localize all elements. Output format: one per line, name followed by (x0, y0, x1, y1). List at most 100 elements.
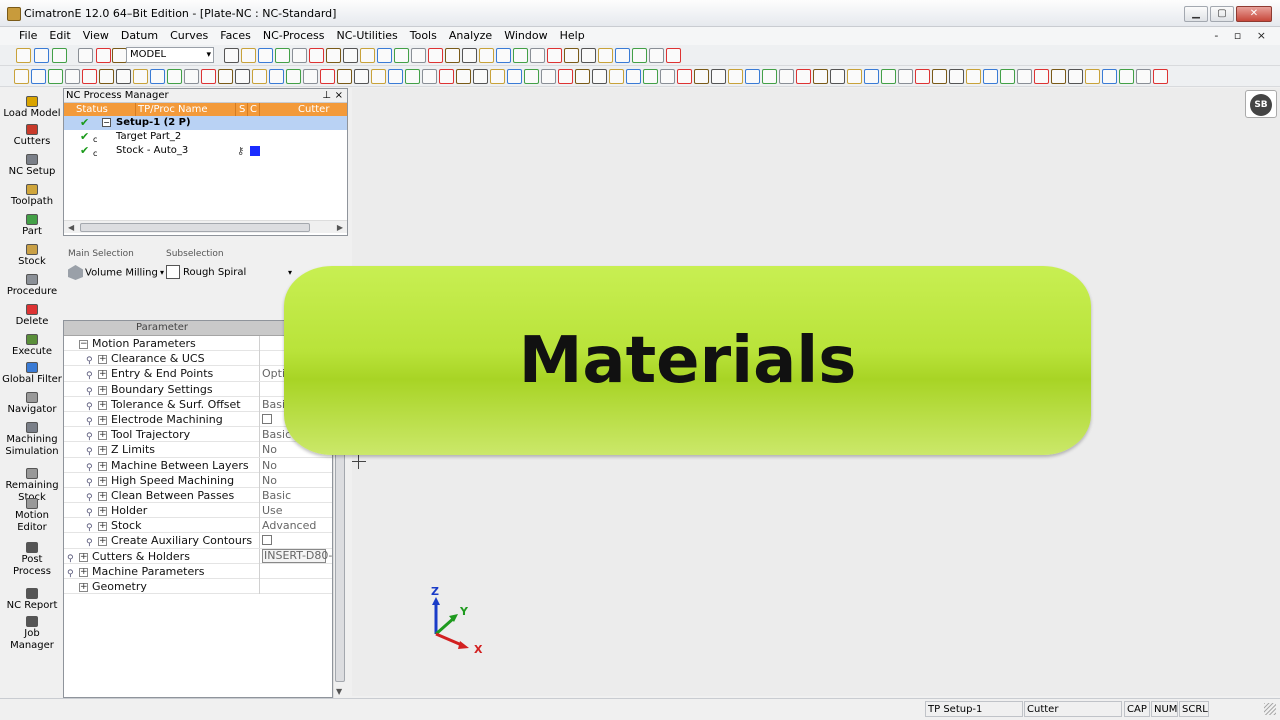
toolbar-tool-icon[interactable] (292, 48, 307, 63)
toolbar-tool-icon[interactable] (1051, 69, 1066, 84)
parameter-row[interactable]: ⚲ + Holder Use (64, 503, 332, 519)
toolbar-tool-icon[interactable] (116, 69, 131, 84)
toolbar-tool-icon[interactable] (377, 48, 392, 63)
toolbar-tool-icon[interactable] (745, 69, 760, 84)
toolbar-tool-icon[interactable] (547, 48, 562, 63)
toolbar-tool-icon[interactable] (99, 69, 114, 84)
toolbar-tool-icon[interactable] (422, 69, 437, 84)
sidebar-item-nc-report[interactable]: NC Report (2, 588, 62, 612)
parameter-row[interactable]: ⚲ + Create Auxiliary Contours (64, 533, 332, 549)
toolbar-tool-icon[interactable] (258, 48, 273, 63)
toolbar-tool-icon[interactable] (371, 69, 386, 84)
sidebar-item-cutters[interactable]: Cutters (2, 124, 62, 148)
toolbar-tool-icon[interactable] (830, 69, 845, 84)
toolbar-tool-icon[interactable] (762, 69, 777, 84)
sidebar-item-procedure[interactable]: Procedure (2, 274, 62, 298)
toolbar-tool-icon[interactable] (660, 69, 675, 84)
toolbar-tool-icon[interactable] (677, 69, 692, 84)
menu-nc-utilities[interactable]: NC-Utilities (330, 27, 403, 45)
parameter-value[interactable]: Use (259, 503, 332, 519)
toolbar-tool-icon[interactable] (507, 69, 522, 84)
toolbar-tool-icon[interactable] (201, 69, 216, 84)
maximize-button[interactable]: ▢ (1210, 6, 1234, 22)
toolbar-tool-icon[interactable] (847, 69, 862, 84)
subselection-dropdown[interactable]: Rough Spiral ▾ (166, 265, 292, 281)
parameter-row[interactable]: ⚲ + Stock Advanced (64, 518, 332, 534)
scroll-thumb[interactable] (80, 223, 310, 232)
toolbar-tool-icon[interactable] (779, 69, 794, 84)
parameter-row[interactable]: ⚲+Geometry (64, 579, 332, 595)
toolbar-tool-icon[interactable] (1119, 69, 1134, 84)
toolbar-tool-icon[interactable] (728, 69, 743, 84)
expand-icon[interactable]: + (98, 385, 107, 395)
toolbar-tool-icon[interactable] (479, 48, 494, 63)
expand-icon[interactable]: + (98, 461, 107, 471)
sidebar-item-load-model[interactable]: Load Model (2, 96, 62, 120)
toolbar-tool-icon[interactable] (915, 69, 930, 84)
toolbar-tool-icon[interactable] (320, 69, 335, 84)
toolbar-tool-icon[interactable] (626, 69, 641, 84)
toolbar-tool-icon[interactable] (615, 48, 630, 63)
parameter-value[interactable]: No (259, 472, 332, 488)
toolbar-tool-icon[interactable] (31, 69, 46, 84)
toolbar-tool-icon[interactable] (541, 69, 556, 84)
toolbar-tool-icon[interactable] (581, 48, 596, 63)
col-c[interactable]: C (248, 103, 260, 116)
expand-icon[interactable]: + (98, 355, 107, 365)
toolbar-tool-icon[interactable] (82, 69, 97, 84)
minimize-button[interactable]: ▁ (1184, 6, 1208, 22)
toolbar-tool-icon[interactable] (78, 48, 93, 63)
menu-faces[interactable]: Faces (214, 27, 257, 45)
sidebar-item-toolpath[interactable]: Toolpath (2, 184, 62, 208)
expand-icon[interactable]: + (98, 415, 107, 425)
toolbar-tool-icon[interactable] (524, 69, 539, 84)
expand-icon[interactable]: + (98, 370, 107, 380)
toolbar-tool-icon[interactable] (898, 69, 913, 84)
resize-grip-icon[interactable] (1264, 703, 1276, 715)
toolbar-tool-icon[interactable] (609, 69, 624, 84)
toolbar-tool-icon[interactable] (1068, 69, 1083, 84)
parameter-row[interactable]: ⚲ + High Speed Machining No (64, 472, 332, 488)
toolbar-tool-icon[interactable] (1000, 69, 1015, 84)
parameter-value[interactable]: INSERT-D80- (259, 548, 332, 564)
parameter-checkbox[interactable] (262, 413, 272, 424)
sidebar-item-job-manager[interactable]: Job Manager (2, 616, 62, 652)
close-button[interactable]: ✕ (1236, 6, 1272, 22)
sidebar-item-execute[interactable]: Execute (2, 334, 62, 358)
toolbar-tool-icon[interactable] (167, 69, 182, 84)
menu-window[interactable]: Window (498, 27, 553, 45)
toolbar-tool-icon[interactable] (456, 69, 471, 84)
toolbar-tool-icon[interactable] (592, 69, 607, 84)
parameter-value[interactable]: No (259, 457, 332, 473)
toolbar-tool-icon[interactable] (275, 48, 290, 63)
toolbar-tool-icon[interactable] (309, 48, 324, 63)
sidebar-item-motion-editor[interactable]: Motion Editor (2, 498, 62, 534)
toolbar-tool-icon[interactable] (564, 48, 579, 63)
toolbar-tool-icon[interactable] (711, 69, 726, 84)
menu-help[interactable]: Help (554, 27, 591, 45)
toolbar-tool-icon[interactable] (96, 48, 111, 63)
toolbar-tool-icon[interactable] (932, 69, 947, 84)
toolbar-tool-icon[interactable] (881, 69, 896, 84)
expand-icon[interactable]: + (79, 552, 88, 562)
expand-icon[interactable]: + (98, 400, 107, 410)
scroll-left-icon[interactable]: ◀ (68, 221, 74, 234)
toolbar-tool-icon[interactable] (411, 48, 426, 63)
toolbar-tool-icon[interactable] (52, 48, 67, 63)
expand-icon[interactable]: + (79, 567, 88, 577)
toolbar-tool-icon[interactable] (530, 48, 545, 63)
col-s[interactable]: S (236, 103, 248, 116)
expand-icon[interactable]: + (98, 522, 107, 532)
sidebar-item-stock[interactable]: Stock (2, 244, 62, 268)
menu-tools[interactable]: Tools (404, 27, 443, 45)
sidebar-item-part[interactable]: Part (2, 214, 62, 238)
parameter-row[interactable]: ⚲ + Z Limits No (64, 442, 332, 458)
toolbar-tool-icon[interactable] (241, 48, 256, 63)
toolbar-tool-icon[interactable] (48, 69, 63, 84)
toolbar-tool-icon[interactable] (428, 48, 443, 63)
expand-icon[interactable]: + (98, 507, 107, 517)
parameter-row[interactable]: ⚲ + Clean Between Passes Basic (64, 487, 332, 504)
collapse-icon[interactable]: − (79, 340, 88, 349)
parameter-value[interactable]: Basic (259, 487, 332, 503)
toolbar-tool-icon[interactable] (354, 69, 369, 84)
